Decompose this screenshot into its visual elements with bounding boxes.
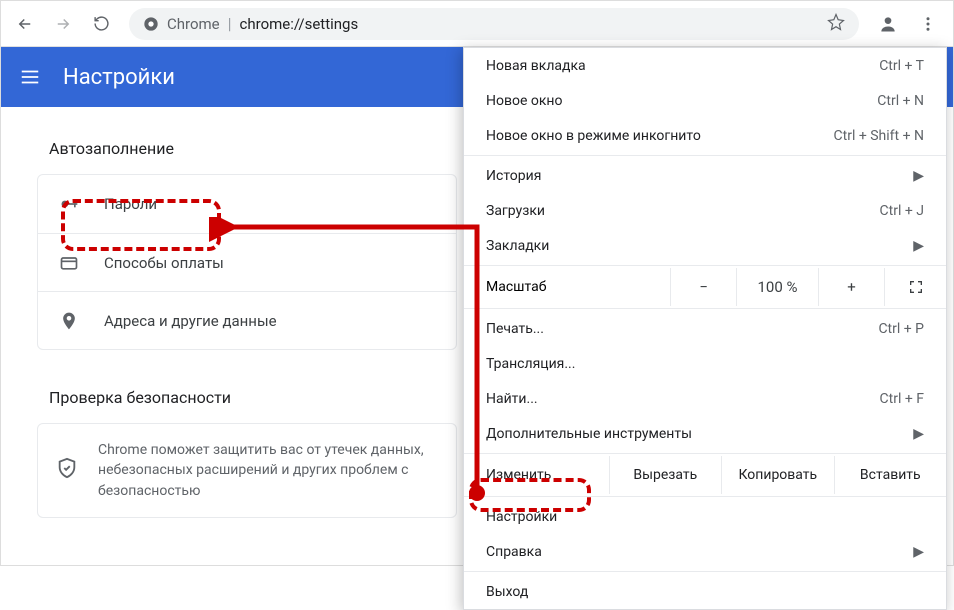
- menu-exit[interactable]: Выход: [464, 574, 946, 609]
- menu-edit-row: Изменить Вырезать Копировать Вставить: [464, 456, 946, 494]
- zoom-minus-button[interactable]: −: [670, 268, 736, 306]
- menu-cast[interactable]: Трансляция...: [464, 346, 946, 381]
- chevron-right-icon: ▶: [913, 238, 924, 254]
- payments-label: Способы оплаты: [104, 254, 224, 272]
- passwords-label: Пароли: [104, 195, 157, 213]
- menu-edit-label: Изменить: [464, 456, 609, 494]
- chevron-right-icon: ▶: [913, 544, 924, 560]
- chevron-right-icon: ▶: [913, 168, 924, 184]
- back-button[interactable]: [9, 8, 41, 40]
- card-icon: [58, 253, 80, 273]
- fullscreen-button[interactable]: [884, 268, 946, 306]
- menu-zoom: Масштаб − 100 % +: [464, 268, 946, 306]
- omnibox-url: chrome://settings: [240, 15, 359, 33]
- forward-button[interactable]: [47, 8, 79, 40]
- menu-incognito[interactable]: Новое окно в режиме инкогнитоCtrl + Shif…: [464, 118, 946, 153]
- chevron-right-icon: ▶: [913, 426, 924, 442]
- browser-toolbar: Chrome | chrome://settings: [1, 1, 953, 47]
- payments-row[interactable]: Способы оплаты: [38, 233, 456, 291]
- zoom-plus-button[interactable]: +: [818, 268, 884, 306]
- reload-button[interactable]: [85, 8, 117, 40]
- menu-copy[interactable]: Копировать: [721, 456, 833, 494]
- menu-new-tab[interactable]: Новая вкладкаCtrl + T: [464, 48, 946, 83]
- address-bar[interactable]: Chrome | chrome://settings: [129, 8, 859, 40]
- menu-print[interactable]: Печать...Ctrl + P: [464, 311, 946, 346]
- menu-cut[interactable]: Вырезать: [609, 456, 721, 494]
- menu-help[interactable]: Справка▶: [464, 534, 946, 569]
- menu-settings[interactable]: Настройки: [464, 499, 946, 534]
- zoom-value: 100 %: [736, 268, 818, 306]
- menu-tools[interactable]: Дополнительные инструменты▶: [464, 416, 946, 451]
- addresses-label: Адреса и другие данные: [104, 312, 277, 330]
- shield-icon: [56, 457, 78, 483]
- omnibox-label: Chrome: [167, 15, 220, 33]
- menu-bookmarks[interactable]: Закладки▶: [464, 228, 946, 263]
- profile-button[interactable]: [871, 7, 905, 41]
- autofill-card: Пароли Способы оплаты Адреса и другие да…: [37, 174, 457, 350]
- safety-desc: Chrome поможет защитить вас от утечек да…: [98, 440, 438, 501]
- pin-icon: [58, 311, 80, 331]
- safety-card: Chrome поможет защитить вас от утечек да…: [37, 423, 457, 518]
- menu-find[interactable]: Найти...Ctrl + F: [464, 381, 946, 416]
- addresses-row[interactable]: Адреса и другие данные: [38, 291, 456, 349]
- page-title: Настройки: [63, 65, 175, 90]
- menu-downloads[interactable]: ЗагрузкиCtrl + J: [464, 193, 946, 228]
- chrome-menu: Новая вкладкаCtrl + T Новое окноCtrl + N…: [463, 47, 947, 610]
- key-icon: [58, 194, 80, 214]
- chrome-icon: [143, 16, 159, 32]
- menu-history[interactable]: История▶: [464, 158, 946, 193]
- passwords-row[interactable]: Пароли: [38, 175, 456, 233]
- bookmark-star-icon[interactable]: [827, 13, 845, 35]
- hamburger-icon[interactable]: [19, 66, 41, 88]
- menu-new-window[interactable]: Новое окноCtrl + N: [464, 83, 946, 118]
- menu-paste[interactable]: Вставить: [834, 456, 946, 494]
- chrome-menu-button[interactable]: [911, 7, 945, 41]
